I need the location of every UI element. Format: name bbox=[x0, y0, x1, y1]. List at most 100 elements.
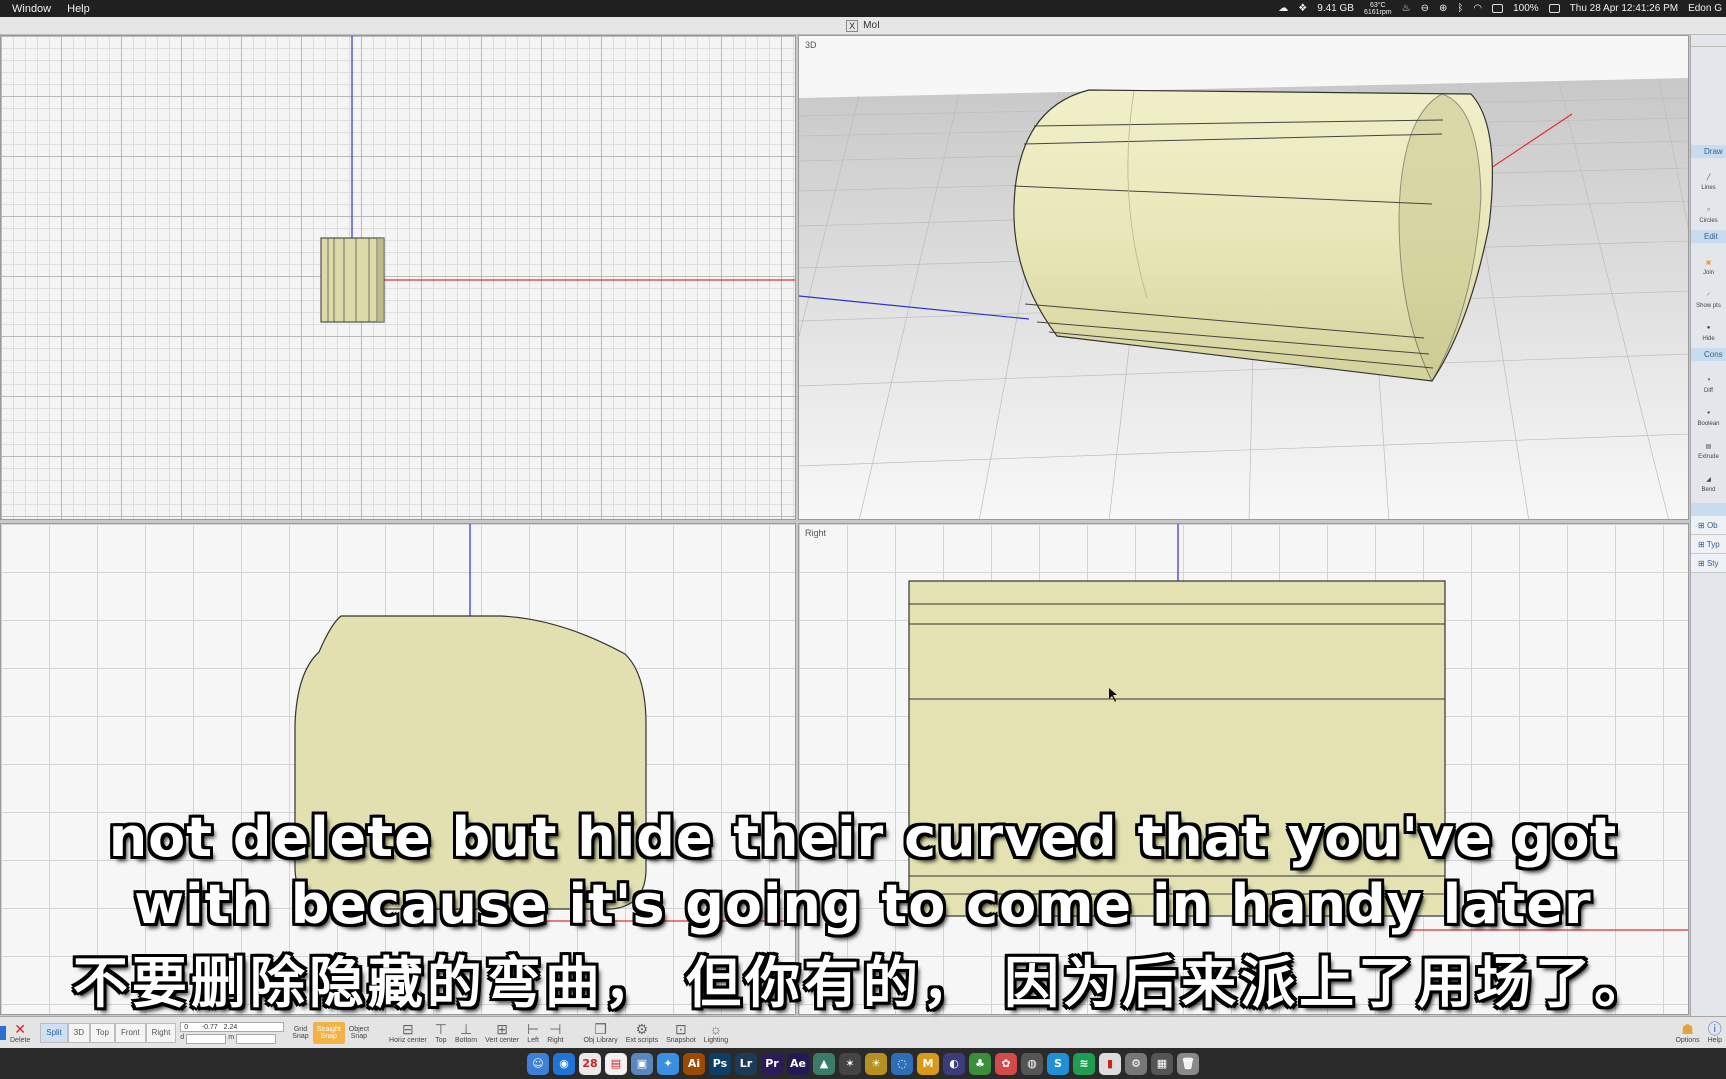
view-top-tab[interactable]: Top bbox=[90, 1022, 115, 1043]
dock-after-effects-icon[interactable]: Ae bbox=[787, 1052, 809, 1075]
objects-label: Ob bbox=[1706, 521, 1718, 530]
align-left-button[interactable]: ⊢ Left bbox=[523, 1018, 543, 1048]
grid-snap-toggle[interactable]: Grid Snap bbox=[288, 1018, 312, 1048]
horiz-center-button[interactable]: ⊟ Horiz center bbox=[385, 1018, 431, 1048]
battery-icon[interactable] bbox=[1548, 4, 1560, 13]
lighting-button[interactable]: ☼ Lighting bbox=[700, 1018, 733, 1048]
dock-chrome-icon[interactable]: ◉ bbox=[553, 1052, 575, 1075]
user-name[interactable]: Edon G bbox=[1688, 3, 1722, 14]
boolean-button[interactable]: ◕ Boolean bbox=[1691, 394, 1726, 427]
align-right-button[interactable]: ⊣ Right bbox=[543, 1018, 567, 1048]
obj-library-label: Obj Library bbox=[583, 1036, 618, 1044]
dock-app-h-icon[interactable]: ▮ bbox=[1099, 1052, 1121, 1075]
extrude-icon: ▤ bbox=[1705, 443, 1712, 450]
types-row[interactable]: ⊞ Typ bbox=[1691, 535, 1726, 554]
dock-photoshop-icon[interactable]: Ps bbox=[709, 1052, 731, 1075]
extrude-label: Extrude bbox=[1698, 454, 1719, 460]
window-title-bar: X MoI bbox=[0, 17, 1726, 35]
bluetooth-icon[interactable]: ᛒ bbox=[1457, 3, 1463, 14]
options-button[interactable]: ☗ Options bbox=[1671, 1018, 1703, 1048]
menu-window[interactable]: Window bbox=[4, 3, 59, 15]
display-icon[interactable] bbox=[1492, 4, 1504, 13]
dock-premiere-icon[interactable]: Pr bbox=[761, 1052, 783, 1075]
temp-readout[interactable]: 63°C 6161rpm bbox=[1364, 2, 1392, 16]
show-pts-button[interactable]: ◜ Show pts bbox=[1691, 276, 1726, 310]
accessibility-icon[interactable]: ⊕ bbox=[1439, 3, 1447, 14]
x11-icon: X bbox=[846, 19, 859, 32]
join-button[interactable]: ▣ Join bbox=[1691, 243, 1726, 277]
ext-scripts-button[interactable]: ⚙ Ext scripts bbox=[622, 1018, 662, 1048]
hide-button[interactable]: ● Hide bbox=[1691, 309, 1726, 342]
dock-app-m-icon[interactable]: M bbox=[917, 1052, 939, 1075]
align-bottom-button[interactable]: ⊥ Bottom bbox=[451, 1018, 481, 1048]
cylinder-top-profile[interactable] bbox=[320, 237, 385, 323]
view-3d-tab[interactable]: 3D bbox=[67, 1022, 91, 1043]
palette-edit-header[interactable]: Edit bbox=[1691, 230, 1726, 243]
object-snap-toggle[interactable]: Object Snap bbox=[345, 1018, 373, 1048]
dock-lightroom-icon[interactable]: Lr bbox=[735, 1052, 757, 1075]
viewport-3d-canvas bbox=[799, 78, 1688, 519]
obj-library-button[interactable]: ❒ Obj Library bbox=[580, 1018, 622, 1048]
snapshot-button[interactable]: ⊡ Snapshot bbox=[662, 1018, 700, 1048]
delete-button[interactable]: ✕ Delete bbox=[6, 1018, 34, 1048]
dock-app-a-icon[interactable]: ✶ bbox=[839, 1052, 861, 1075]
view-right-tab[interactable]: Right bbox=[145, 1022, 177, 1043]
coord-y: -0.77 bbox=[201, 1023, 218, 1031]
dock-app-e-icon[interactable]: ♣ bbox=[969, 1052, 991, 1075]
wifi-icon[interactable]: ◠ bbox=[1473, 3, 1482, 14]
straight-snap-toggle[interactable]: Straight Snap bbox=[312, 1021, 345, 1044]
dock-app-i-icon[interactable]: ⚙ bbox=[1125, 1052, 1147, 1075]
coordinate-xyz-field[interactable]: 0 -0.77 2.24 bbox=[180, 1021, 285, 1032]
dock-finder-icon[interactable]: ☺ bbox=[527, 1052, 549, 1075]
lines-button[interactable]: ╱ Lines bbox=[1691, 158, 1726, 192]
dock-calendar-icon[interactable]: 28 bbox=[579, 1052, 601, 1075]
menu-help[interactable]: Help bbox=[59, 3, 98, 15]
help-button[interactable]: ⓘ Help bbox=[1704, 1018, 1726, 1048]
bend-button[interactable]: ◢ Bend bbox=[1691, 460, 1726, 494]
circles-button[interactable]: ○ Circles bbox=[1691, 191, 1726, 224]
dock-illustrator-icon[interactable]: Ai bbox=[683, 1052, 705, 1075]
dock-app-g-icon[interactable]: ◍ bbox=[1021, 1052, 1043, 1075]
angle-field[interactable] bbox=[236, 1033, 277, 1044]
extrude-button[interactable]: ▤ Extrude bbox=[1691, 427, 1726, 461]
join-icon: ▣ bbox=[1705, 259, 1712, 266]
viewport-top[interactable] bbox=[0, 35, 796, 520]
dropbox-icon[interactable]: ❖ bbox=[1298, 3, 1307, 14]
flame-icon[interactable]: ♨ bbox=[1402, 3, 1411, 14]
lighting-label: Lighting bbox=[703, 1036, 729, 1044]
properties-header[interactable] bbox=[1691, 503, 1726, 516]
dock-notes-icon[interactable]: ▤ bbox=[605, 1052, 627, 1075]
dock-app-c-icon[interactable]: ◌ bbox=[891, 1052, 913, 1075]
objects-row[interactable]: ⊞ Ob bbox=[1691, 516, 1726, 535]
snapshot-label: Snapshot bbox=[666, 1036, 696, 1044]
dock-preview-icon[interactable]: ▣ bbox=[631, 1052, 653, 1075]
memory-readout[interactable]: 9.41 GB bbox=[1317, 3, 1354, 14]
align-top-button[interactable]: ⊤ Top bbox=[431, 1018, 451, 1048]
distance-field[interactable] bbox=[186, 1033, 227, 1044]
palette-construct-header[interactable]: Cons bbox=[1691, 348, 1726, 361]
cloud-icon[interactable]: ☁ bbox=[1278, 3, 1288, 14]
dock-app-f-icon[interactable]: ✿ bbox=[995, 1052, 1017, 1075]
palette-draw-header[interactable]: Draw bbox=[1691, 145, 1726, 158]
styles-row[interactable]: ⊞ Sty bbox=[1691, 554, 1726, 573]
dock-safari-icon[interactable]: ✦ bbox=[657, 1052, 679, 1075]
cylinder-3d-solid[interactable] bbox=[1013, 89, 1493, 383]
battery-readout[interactable]: 100% bbox=[1513, 3, 1539, 14]
dock-moi-icon[interactable]: ▲ bbox=[813, 1052, 835, 1075]
viewport-3d[interactable]: 3D bbox=[798, 35, 1689, 520]
styles-label: Sty bbox=[1706, 559, 1719, 568]
bottom-toolbar: ✕ Delete Split 3D Top Front Right 0 -0.7… bbox=[0, 1016, 1726, 1048]
view-front-tab[interactable]: Front bbox=[114, 1022, 146, 1043]
dock-trash-icon[interactable]: 🗑 bbox=[1177, 1052, 1199, 1075]
clock[interactable]: Thu 28 Apr 12:41:26 PM bbox=[1570, 3, 1678, 14]
view-split-tab[interactable]: Split bbox=[40, 1022, 68, 1043]
dock-app-b-icon[interactable]: ☀ bbox=[865, 1052, 887, 1075]
dock-app-j-icon[interactable]: ▦ bbox=[1151, 1052, 1173, 1075]
dock-spotify-icon[interactable]: ≋ bbox=[1073, 1052, 1095, 1075]
diff-button[interactable]: ◑ Diff bbox=[1691, 361, 1726, 394]
dock-app-d-icon[interactable]: ◐ bbox=[943, 1052, 965, 1075]
bend-label: Bend bbox=[1701, 487, 1716, 493]
vert-center-button[interactable]: ⊞ Vert center bbox=[481, 1018, 523, 1048]
dock-skype-icon[interactable]: S bbox=[1047, 1052, 1069, 1075]
do-not-disturb-icon[interactable]: ⊖ bbox=[1421, 3, 1429, 14]
